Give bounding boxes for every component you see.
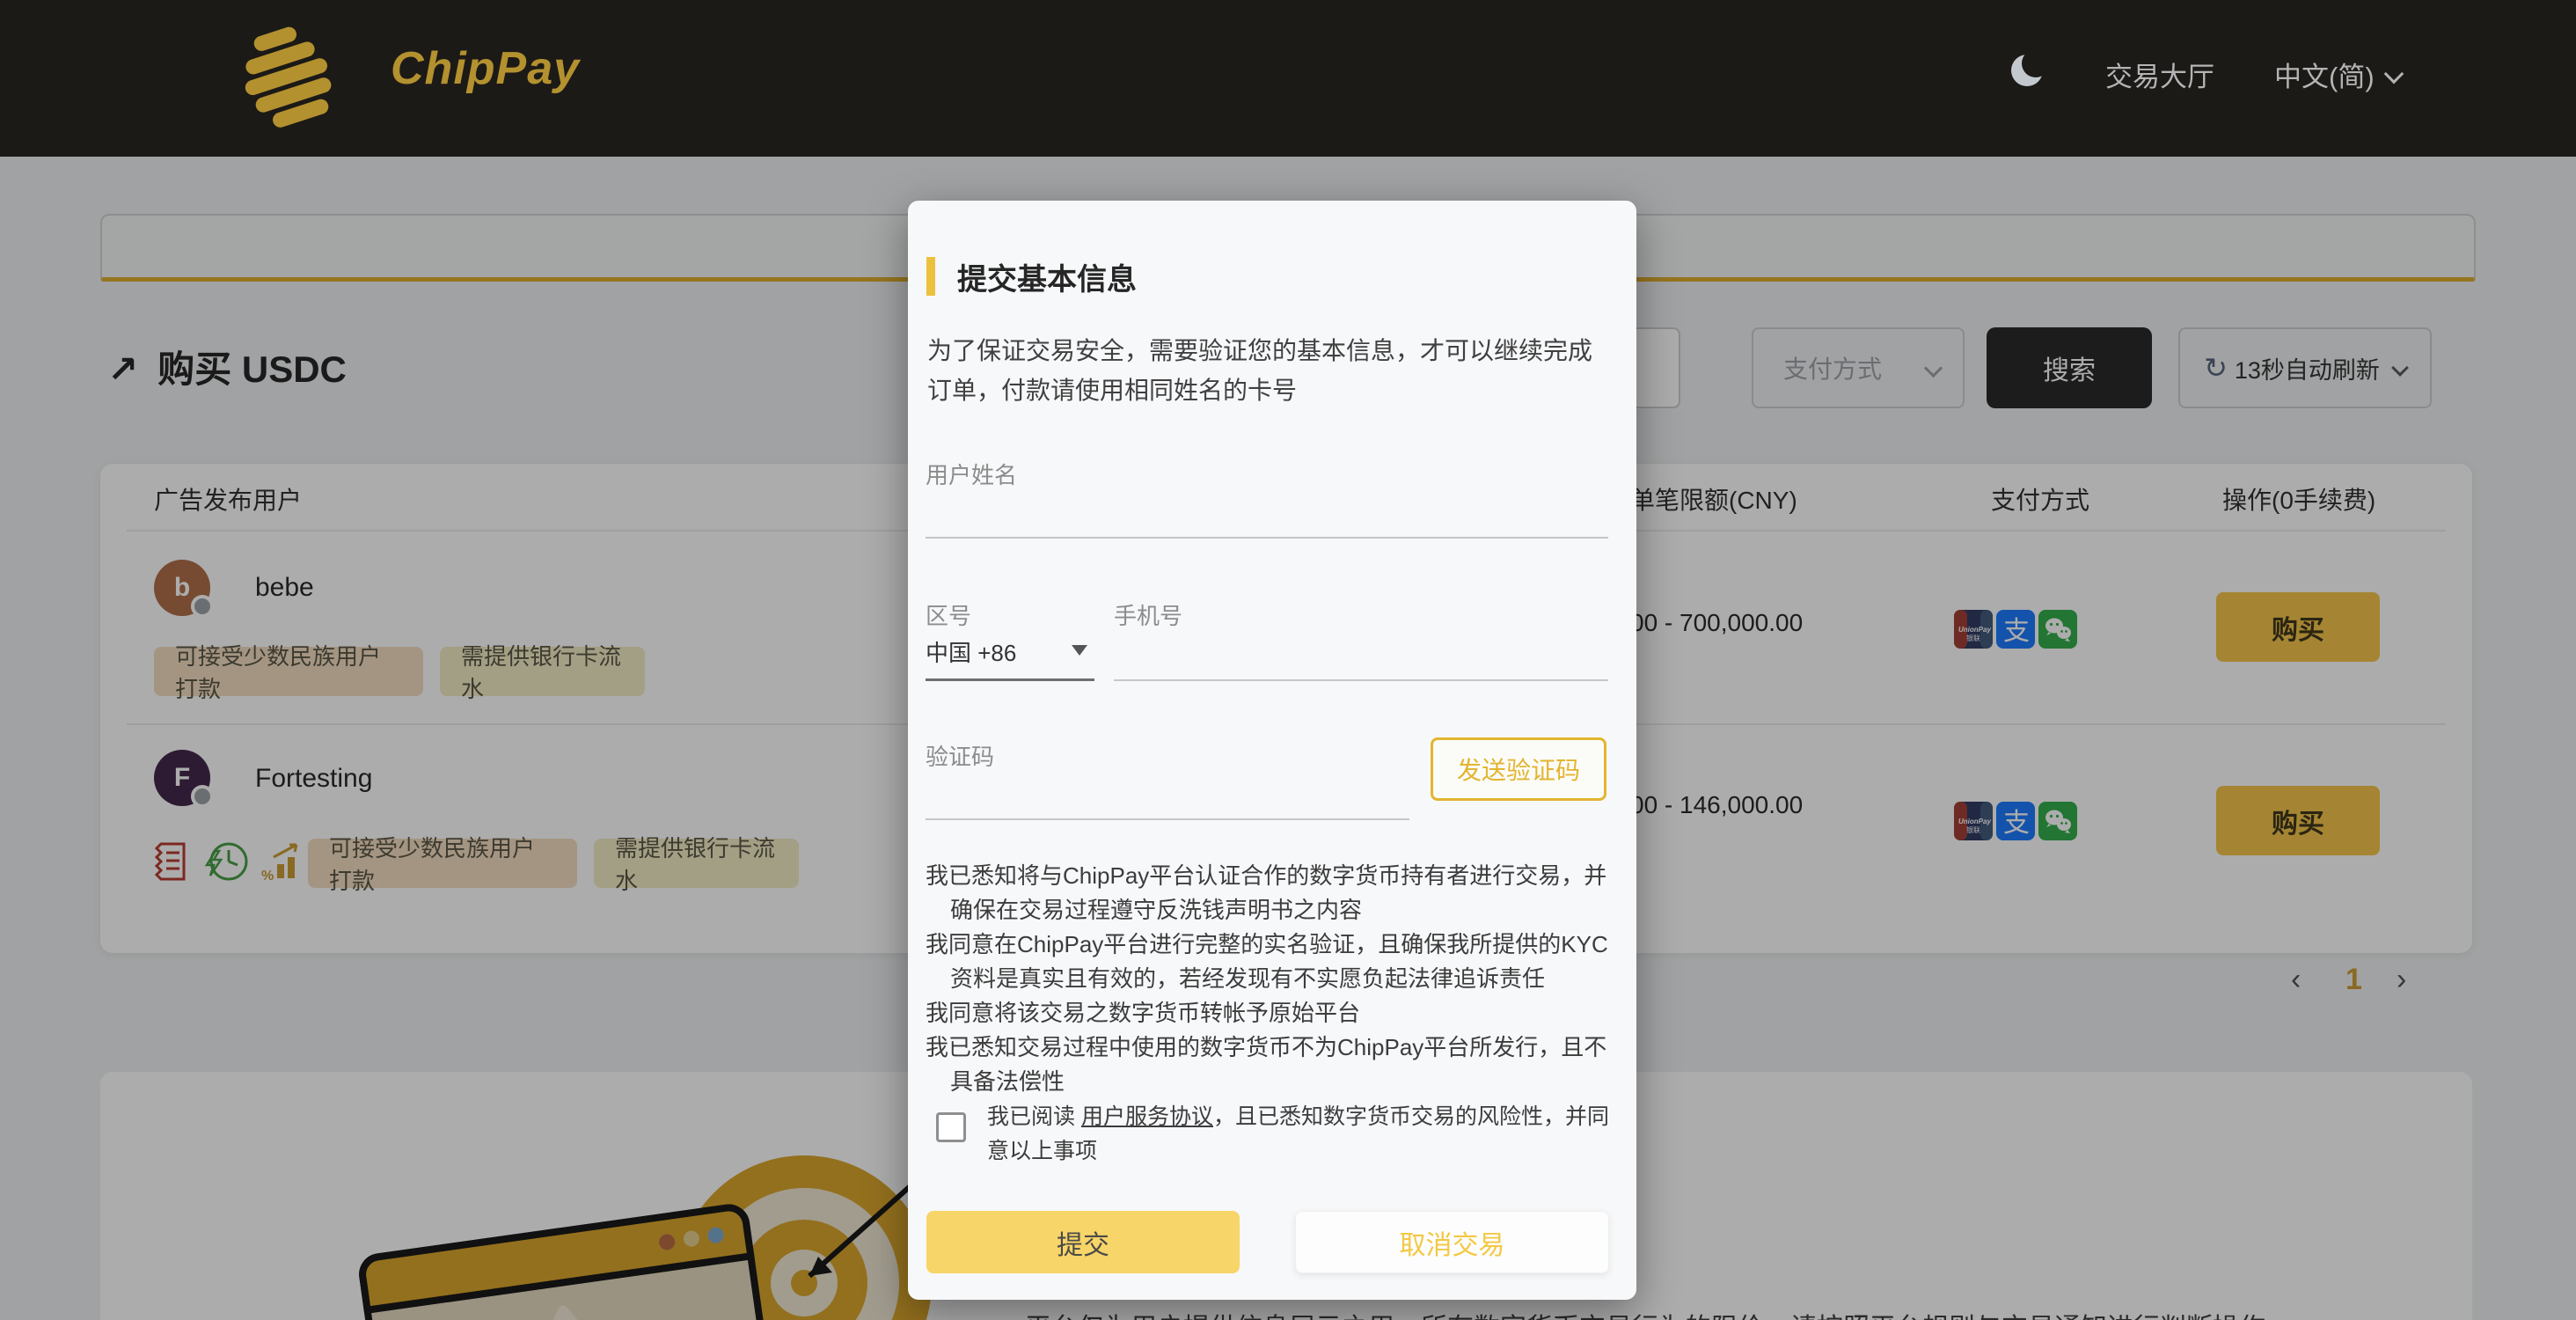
modal-description: 为了保证交易安全，需要验证您的基本信息，才可以继续完成订单，付款请使用相同姓名的… <box>927 331 1609 410</box>
terms-list: 我已悉知将与ChipPay平台认证合作的数字货币持有者进行交易，并确保在交易过程… <box>926 859 1629 1099</box>
submit-info-modal: 提交基本信息 为了保证交易安全，需要验证您的基本信息，才可以继续完成订单，付款请… <box>908 201 1636 1300</box>
agreement-text: 我已阅读 用户服务协议，且已悉知数字货币交易的风险性，并同意以上事项 <box>987 1100 1619 1169</box>
navbar: ChipPay 交易大厅 中文(简) <box>0 0 2576 157</box>
dark-mode-toggle[interactable] <box>2011 53 2046 88</box>
screen: ↗购买 USDC 支付方式 搜索 ↻ 13秒自动刷新 广告发布用户 单笔限额(C… <box>0 0 2576 1320</box>
term-item: 我已悉知交易过程中使用的数字货币不为ChipPay平台所发行，且不具备法偿性 <box>926 1030 1629 1099</box>
user-service-agreement-link[interactable]: 用户服务协议 <box>1081 1104 1213 1129</box>
submit-button[interactable]: 提交 <box>926 1211 1240 1273</box>
name-input[interactable] <box>926 484 1608 539</box>
term-item: 我已悉知将与ChipPay平台认证合作的数字货币持有者进行交易，并确保在交易过程… <box>926 859 1629 928</box>
area-code-select[interactable]: 中国 +86 <box>926 614 1094 681</box>
nav-trading-hall[interactable]: 交易大厅 <box>2105 55 2214 94</box>
term-item: 我同意在ChipPay平台进行完整的实名验证，且确保我所提供的KYC资料是真实且… <box>926 928 1629 996</box>
modal-title: 提交基本信息 <box>957 255 1137 298</box>
brand-name: ChipPay <box>391 42 580 95</box>
select-caret-icon <box>1072 645 1087 656</box>
nav-language-select[interactable]: 中文(简) <box>2274 55 2401 94</box>
area-code-value: 中国 +86 <box>926 635 1016 668</box>
verification-code-input[interactable] <box>926 764 1409 820</box>
send-code-button[interactable]: 发送验证码 <box>1431 737 1606 801</box>
term-item: 我同意将该交易之数字货币转帐予原始平台 <box>926 996 1629 1030</box>
cancel-trade-button[interactable]: 取消交易 <box>1295 1211 1609 1273</box>
phone-input[interactable] <box>1114 614 1608 681</box>
title-accent-bar <box>926 257 935 296</box>
chevron-down-icon <box>2383 64 2404 84</box>
agreement-checkbox[interactable] <box>936 1112 966 1142</box>
chippay-logo-icon <box>213 23 361 134</box>
